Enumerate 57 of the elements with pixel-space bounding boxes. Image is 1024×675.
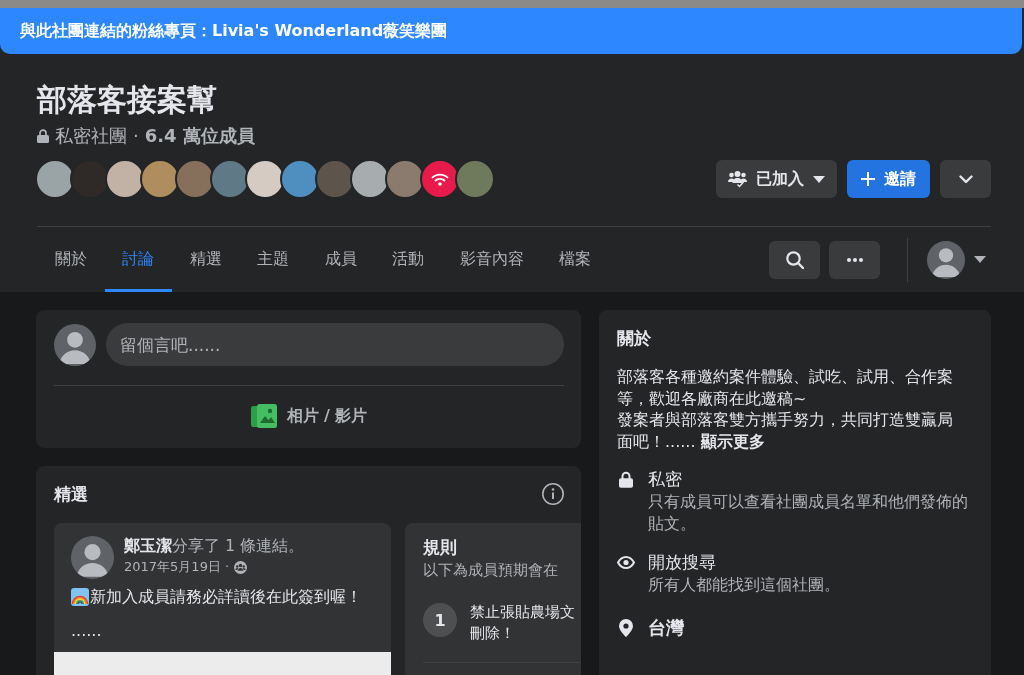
profile-menu-button[interactable] [927,240,986,279]
nav-tab[interactable]: 精選 [172,227,240,292]
nav-tab[interactable]: 影音內容 [442,227,542,292]
rule-text: 禁止張貼農場文 刪除！ [470,602,575,644]
user-avatar [927,240,965,279]
linked-page-label: 與此社團連結的粉絲專頁： [20,20,212,42]
invite-button[interactable]: 邀請 [847,160,930,198]
about-title: 關於 [617,327,652,350]
search-button[interactable] [769,240,820,279]
nav-tab[interactable]: 檔案 [541,227,609,292]
joined-button[interactable]: 已加入 [716,160,837,198]
nav-tab[interactable]: 討論 [104,227,172,292]
rule-number: 1 [423,603,457,637]
lock-icon [619,470,633,488]
about-item-text: 所有人都能找到這個社團。 [648,574,840,596]
plus-icon [861,172,875,186]
post-action-text: 分享了 1 條連結。 [172,536,305,556]
caret-down-icon [974,256,986,263]
member-count-link[interactable]: 6.4 萬位成員 [144,125,255,147]
user-avatar[interactable] [54,324,96,366]
author-name[interactable]: 鄭玉潔 [124,536,172,556]
group-description: 部落客各種邀約案件體驗、試吃、試用、合作案等，歡迎各廠商在此邀稿~ 發案者與部落客雙方攜手努力，共同打造雙贏局面吧！...... 顯示更多 [617,366,954,452]
group-privacy-label: 私密社團 [55,125,127,147]
about-item-title: 開放搜尋 [648,551,716,574]
rainbow-icon [71,588,89,606]
meta-separator: · [133,125,139,147]
eye-icon [617,555,635,569]
info-icon [542,483,564,505]
post-text: 新加入成員請務必詳讀後在此簽到喔！ [90,587,362,607]
rules-subtitle: 以下為成員預期會在 [423,560,558,580]
post-date[interactable]: 2017年5月19日 · [124,558,230,576]
post-continuation-text: ...... [71,621,102,641]
featured-title: 精選 [54,483,88,506]
rules-title: 規則 [423,536,457,558]
caret-down-icon [813,175,825,183]
more-icon [846,257,863,262]
show-more-link[interactable]: 顯示更多 [700,431,765,451]
about-item-title: 台灣 [648,615,684,640]
photo-video-button[interactable]: 相片 / 影片 [242,396,376,436]
lock-icon [37,129,49,143]
chevron-down-icon [958,174,973,184]
more-button[interactable] [829,240,880,279]
nav-tab[interactable]: 成員 [307,227,375,292]
search-icon [785,250,804,269]
photo-icon [250,403,277,429]
author-avatar[interactable] [71,536,114,579]
nav-tab[interactable]: 主題 [239,227,307,292]
about-item-text: 只有成員可以查看社團成員名單和他們發佈的貼文。 [648,491,969,534]
about-item-title: 私密 [648,468,682,491]
nav-tab[interactable]: 活動 [374,227,442,292]
map-pin-icon [619,618,633,637]
people-check-icon [728,170,747,188]
info-button[interactable] [542,483,564,505]
group-icon [234,560,248,574]
nav-tab[interactable]: 關於 [37,227,105,292]
post-input[interactable]: 留個言吧...... [106,323,564,366]
group-name: 部落客接案幫 [37,82,217,118]
